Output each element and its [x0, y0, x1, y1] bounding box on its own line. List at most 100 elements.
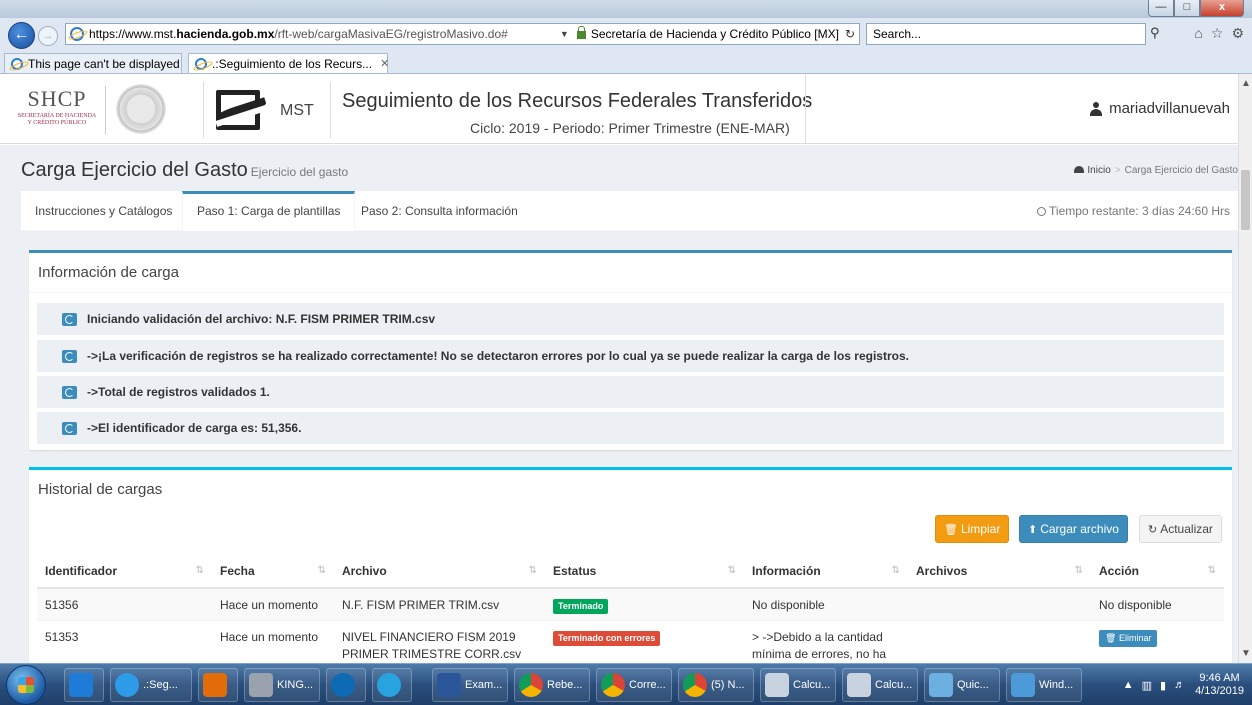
- clock-date: 4/13/2019: [1195, 685, 1244, 697]
- search-icon[interactable]: ⚲: [1150, 25, 1160, 41]
- cell-informacion: > ->Debido a la cantidad mínima de error…: [744, 620, 908, 663]
- maximize-button[interactable]: □: [1174, 0, 1200, 17]
- taskbar-item-hp[interactable]: [326, 668, 366, 702]
- sort-icon: ⇅: [195, 565, 204, 576]
- tray-arrow-icon[interactable]: ▲: [1123, 679, 1134, 691]
- close-tab-icon[interactable]: ✕: [380, 57, 389, 70]
- taskbar-pinned[interactable]: [64, 668, 104, 702]
- web-page: SHCP SECRETARÍA DE HACIENDA Y CRÉDITO PÚ…: [0, 74, 1238, 663]
- page-title: Carga Ejercicio del Gasto Ejercicio del g…: [21, 159, 349, 181]
- minimize-button[interactable]: —: [1148, 0, 1174, 17]
- cell-accion: No disponible: [1091, 587, 1224, 621]
- taskbar-item-windows[interactable]: Wind...: [1006, 668, 1082, 702]
- clock-time: 9:46 AM: [1199, 672, 1240, 684]
- col-accion[interactable]: Acción ⇅: [1091, 554, 1224, 589]
- taskbar-item-chrome1[interactable]: Rebe...: [514, 668, 590, 702]
- scroll-up-icon[interactable]: ▲: [1241, 78, 1251, 89]
- site-identity[interactable]: Secretaría de Hacienda y Crédito Público…: [591, 27, 839, 41]
- browser-tab-error[interactable]: This page can't be displayed: [4, 53, 182, 73]
- tab-label: This page can't be displayed: [28, 56, 180, 71]
- browser-tab-active[interactable]: .:Seguimiento de los Recurs... ✕: [188, 53, 389, 73]
- cell-accion: 🗑 Eliminar: [1091, 620, 1224, 663]
- volume-icon[interactable]: ♬: [1174, 679, 1185, 691]
- windows-app-icon: [1011, 673, 1035, 697]
- gear-icon[interactable]: ⚙: [1231, 25, 1244, 42]
- delete-button[interactable]: 🗑 Eliminar: [1099, 630, 1158, 647]
- shcp-logo-sub2: Y CRÉDITO PÚBLICO: [27, 120, 87, 126]
- system-subtitle: Ciclo: 2019 - Periodo: Primer Trimestre …: [470, 120, 790, 136]
- logo-divider: [105, 86, 106, 134]
- dashboard-icon: [1074, 166, 1085, 173]
- favorites-icon[interactable]: ☆: [1211, 25, 1224, 42]
- breadcrumb: Inicio > Carga Ejercicio del Gasto: [1074, 165, 1238, 176]
- home-icon[interactable]: ⌂: [1194, 25, 1202, 42]
- taskbar-item-calc2[interactable]: Calcu...: [842, 668, 918, 702]
- scroll-thumb[interactable]: [1241, 170, 1250, 230]
- col-identificador[interactable]: Identificador ⇅: [37, 554, 212, 589]
- breadcrumb-home[interactable]: Inicio: [1087, 165, 1110, 176]
- browser-search-input[interactable]: Search...: [866, 23, 1146, 45]
- refresh-icon: [62, 421, 77, 435]
- tab-label: .:Seguimiento de los Recurs...: [212, 56, 373, 71]
- taskbar-item-quicktime[interactable]: Quic...: [924, 668, 1000, 702]
- tab-paso1[interactable]: Paso 1: Carga de plantillas: [182, 191, 356, 231]
- upload-icon: ⬆: [1028, 524, 1038, 536]
- hp-icon: [331, 673, 355, 697]
- quick-icon: [929, 673, 953, 697]
- upload-file-button[interactable]: ⬆ Cargar archivo: [1019, 515, 1128, 543]
- lock-icon[interactable]: [576, 26, 586, 39]
- ie-page-icon: [70, 27, 84, 41]
- tab-instrucciones[interactable]: Instrucciones y Catálogos: [35, 191, 172, 231]
- sort-icon: ⇅: [1074, 565, 1083, 576]
- refresh-icon: ↻: [1148, 524, 1158, 536]
- address-dropdown-icon[interactable]: ▼: [560, 29, 569, 39]
- taskbar-item-ie[interactable]: .:Seg...: [110, 668, 192, 702]
- refresh-icon[interactable]: ↻: [845, 27, 855, 41]
- taskbar: .:Seg... KING... Exam... Rebe... Corre..…: [0, 663, 1252, 705]
- scroll-down-icon[interactable]: ▼: [1241, 648, 1251, 659]
- info-row: Iniciando validación del archivo: N.F. F…: [37, 303, 1224, 335]
- taskbar-item-king[interactable]: KING...: [244, 668, 320, 702]
- header-divider: [805, 74, 806, 144]
- page-scrollbar[interactable]: ▲ ▼: [1238, 74, 1252, 663]
- clear-button[interactable]: 🗑 Limpiar: [935, 515, 1010, 543]
- page-tabs: Instrucciones y Catálogos Paso 1: Carga …: [21, 191, 1238, 231]
- col-archivo[interactable]: Archivo ⇅: [334, 554, 545, 589]
- refresh-icon: [62, 312, 77, 326]
- close-window-button[interactable]: x: [1200, 0, 1244, 17]
- taskbar-item-app[interactable]: [372, 668, 412, 702]
- media-icon: [203, 673, 227, 697]
- refresh-button[interactable]: ↻ Actualizar: [1139, 515, 1222, 543]
- app-icon: [377, 673, 401, 697]
- taskbar-item-calc1[interactable]: Calcu...: [760, 668, 836, 702]
- col-estatus[interactable]: Estatus ⇅: [545, 554, 744, 589]
- taskbar-item-chrome3[interactable]: (5) N...: [678, 668, 754, 702]
- taskbar-item-chrome2[interactable]: Corre...: [596, 668, 672, 702]
- col-informacion[interactable]: Información ⇅: [744, 554, 908, 589]
- signal-icon[interactable]: ▮: [1160, 679, 1166, 692]
- cell-id: 51356: [37, 587, 212, 621]
- tab-paso2[interactable]: Paso 2: Consulta información: [361, 191, 518, 231]
- history-box-title: Historial de cargas: [38, 481, 163, 498]
- info-box-title: Información de carga: [38, 264, 179, 281]
- breadcrumb-current: Carga Ejercicio del Gasto: [1124, 165, 1238, 176]
- table-row: 51353 Hace un momento NIVEL FINANCIERO F…: [37, 620, 1224, 663]
- toolbar-icons: ⌂ ☆ ⚙: [1194, 25, 1244, 42]
- taskbar-item-word[interactable]: Exam...: [432, 668, 508, 702]
- forward-button[interactable]: →: [38, 26, 58, 46]
- cell-archivos: [908, 620, 1091, 663]
- col-archivos[interactable]: Archivos ⇅: [908, 554, 1091, 589]
- network-icon[interactable]: ▥: [1142, 679, 1152, 692]
- taskbar-item-media[interactable]: [198, 668, 238, 702]
- user-icon: [1089, 101, 1103, 116]
- sort-icon: ⇅: [727, 565, 736, 576]
- user-menu[interactable]: mariadvillanuevah: [1089, 100, 1230, 117]
- col-fecha[interactable]: Fecha ⇅: [212, 554, 334, 589]
- trash-icon: 🗑: [944, 524, 958, 536]
- clock[interactable]: 9:46 AM 4/13/2019: [1195, 672, 1244, 698]
- address-bar[interactable]: https://www.mst.hacienda.gob.mx/rft-web/…: [65, 23, 860, 45]
- start-button[interactable]: [6, 665, 46, 705]
- url-right: ▼ Secretaría de Hacienda y Crédito Públi…: [560, 26, 859, 41]
- info-box: Información de carga Iniciando validació…: [29, 250, 1232, 450]
- back-button[interactable]: ←: [8, 22, 35, 49]
